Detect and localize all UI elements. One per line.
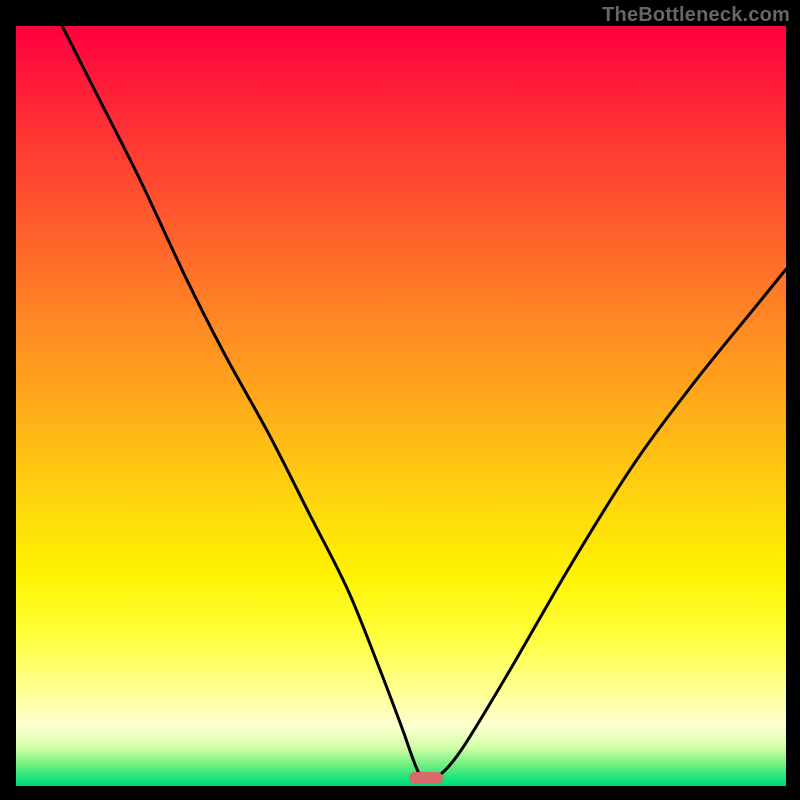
watermark-text: TheBottleneck.com <box>602 4 790 27</box>
curve-path <box>62 26 786 782</box>
bottleneck-marker <box>409 772 443 784</box>
chart-frame: TheBottleneck.com <box>0 0 800 800</box>
plot-area <box>16 26 786 786</box>
bottleneck-curve <box>16 26 786 786</box>
